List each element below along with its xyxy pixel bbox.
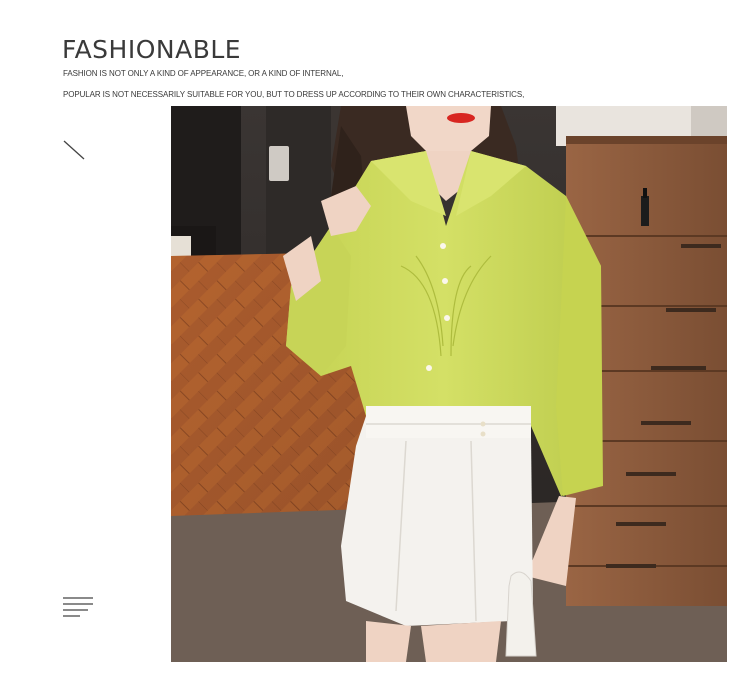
diagonal-line-icon [63,140,85,160]
product-photo [171,106,727,662]
page-title: FASHIONABLE [62,34,242,64]
menu-lines-icon [63,597,93,617]
tagline-line-1: FASHION IS NOT ONLY A KIND OF APPEARANCE… [63,69,344,78]
tagline-line-2: POPULAR IS NOT NECESSARILY SUITABLE FOR … [63,90,525,99]
